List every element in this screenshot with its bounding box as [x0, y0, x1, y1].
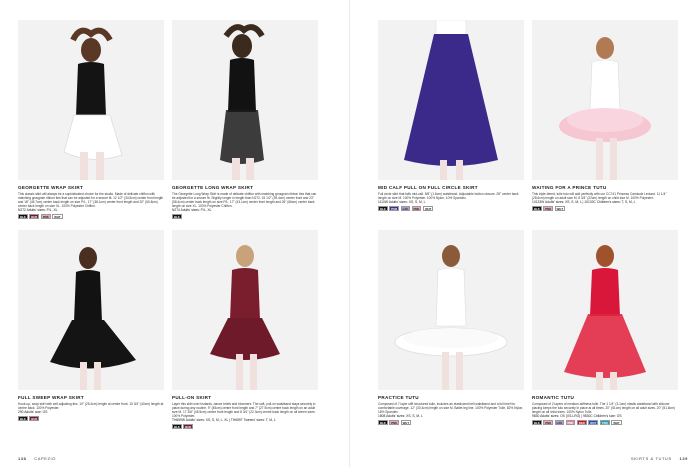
color-swatches: BLK PUR LAV PNK WHT [378, 205, 524, 211]
product-sku: 1110W Adults' sizes: XS, S, M, L [378, 200, 426, 205]
color-swatch: BLK [378, 419, 388, 425]
right-page: MID CALF PULL ON FULL CIRCLE SKIRT Full … [350, 0, 700, 467]
product-description: Composed of 2 layers of medium-stiffness… [532, 402, 675, 415]
page-number: 138 [18, 456, 27, 461]
product-photo [378, 20, 524, 180]
product-sku: 10133W Adults' sizes: XS, S, M, L | 1013… [532, 200, 636, 205]
color-swatch: BLK [18, 415, 28, 421]
product-description: Full circle skirt that falls mid-calf. 5… [378, 192, 519, 201]
section-name: SKIRTS & TUTUS [630, 456, 672, 461]
color-swatches: BLK PNK LAV PNK RED ROY TRQ WHT [532, 419, 678, 425]
dancer-burgundy-skirt-illustration [172, 230, 318, 390]
dancer-white-wrap-skirt-illustration [18, 20, 164, 180]
color-swatch: WHT [554, 205, 566, 211]
color-swatches: BLK PNK WHT [378, 419, 524, 425]
color-swatch: BUR [29, 214, 40, 220]
color-swatches: BLK [172, 214, 318, 220]
product-photo [172, 20, 318, 180]
color-swatch: WHT [400, 419, 412, 425]
purple-circle-skirt-illustration [378, 20, 524, 180]
color-swatch: TRQ [599, 419, 610, 425]
color-swatch: PNK [411, 205, 422, 211]
dancer-black-sweep-skirt-illustration [18, 230, 164, 390]
product-title: WAITING FOR A PRINCE TUTU [532, 185, 607, 190]
color-swatches: BLK PNK WHT [532, 205, 678, 211]
color-swatch: BUR [29, 415, 40, 421]
product-sku: 290 Adults' size: OS [18, 410, 48, 415]
left-page-footer: 138 CAPEZIO [18, 456, 56, 461]
product-sku: N274 Adults' sizes: P/L, XL [172, 208, 212, 213]
product-photo [18, 20, 164, 180]
product-sku: 9830 Adults' sizes: OS (XS-LRG) | 9830C … [532, 414, 622, 419]
color-swatches: BLK BUR PNK WHT [18, 214, 164, 220]
color-swatch: BLK [532, 205, 542, 211]
color-swatches: BLK BUR [172, 424, 318, 430]
page-number: 139 [679, 456, 688, 461]
product-sku: 1808 Adults' sizes: XS, S, M, L [378, 414, 423, 419]
color-swatch: RED [576, 419, 587, 425]
product-photo [18, 230, 164, 390]
product-title: FULL SWEEP WRAP SKIRT [18, 395, 85, 400]
product-photo [532, 20, 678, 180]
product-title: GEORGETTE WRAP SKIRT [18, 185, 84, 190]
color-swatch: PNK [389, 419, 400, 425]
color-swatch: BLK [172, 214, 182, 220]
product-title: MID CALF PULL ON FULL CIRCLE SKIRT [378, 185, 478, 190]
color-swatch: BLK [18, 214, 28, 220]
product-title: PRACTICE TUTU [378, 395, 419, 400]
product-sku: N272 Adults' sizes: P/L, XL [18, 208, 58, 213]
product-title: GEORGETTE LONG WRAP SKIRT [172, 185, 254, 190]
color-swatch: ROY [588, 419, 599, 425]
color-swatch: WHT [611, 419, 622, 425]
color-swatch: PNK [565, 419, 576, 425]
product-photo [378, 230, 524, 390]
product-description: This classic skirt will always be a soph… [18, 192, 164, 209]
color-swatch: WHT [52, 214, 63, 220]
product-description: The Georgette Long Wrap Skirt is made of… [172, 192, 317, 209]
dancer-pink-tutu-illustration [532, 20, 678, 180]
product-sku: TH659W Adults' sizes: XS, S, M, L, XL | … [172, 418, 276, 423]
product-photo [532, 230, 678, 390]
color-swatch: PNK [543, 205, 554, 211]
color-swatch: BLK [532, 419, 542, 425]
product-description: Hook-up, wrap skirt with self-adjusting … [18, 402, 164, 411]
color-swatch: PNK [543, 419, 554, 425]
color-swatches: BLK BUR [18, 415, 164, 421]
product-description: This triple-tiered, tulle tutu will add … [532, 192, 667, 201]
product-description: Layer this skirt over leotards, dance br… [172, 402, 316, 419]
color-swatch: BLK [378, 205, 388, 211]
product-photo [172, 230, 318, 390]
dancer-red-romantic-tutu-illustration [532, 230, 678, 390]
right-page-footer: SKIRTS & TUTUS 139 [631, 456, 688, 461]
dancer-white-practice-tutu-illustration [378, 230, 524, 390]
color-swatch: PNK [40, 214, 51, 220]
left-page: GEORGETTE WRAP SKIRT This classic skirt … [0, 0, 350, 467]
product-title: PULL-ON SKIRT [172, 395, 212, 400]
color-swatch: LAV [554, 419, 565, 425]
product-description: Composed of 7 layer stiff structured tul… [378, 402, 524, 415]
color-swatch: BLK [172, 424, 182, 430]
color-swatch: WHT [422, 205, 434, 211]
color-swatch: LAV [400, 205, 411, 211]
color-swatch: PUR [389, 205, 400, 211]
color-swatch: BUR [183, 424, 194, 430]
dancer-black-long-skirt-illustration [172, 20, 318, 180]
product-title: ROMANTIC TUTU [532, 395, 575, 400]
brand-name: CAPEZIO [34, 456, 56, 461]
